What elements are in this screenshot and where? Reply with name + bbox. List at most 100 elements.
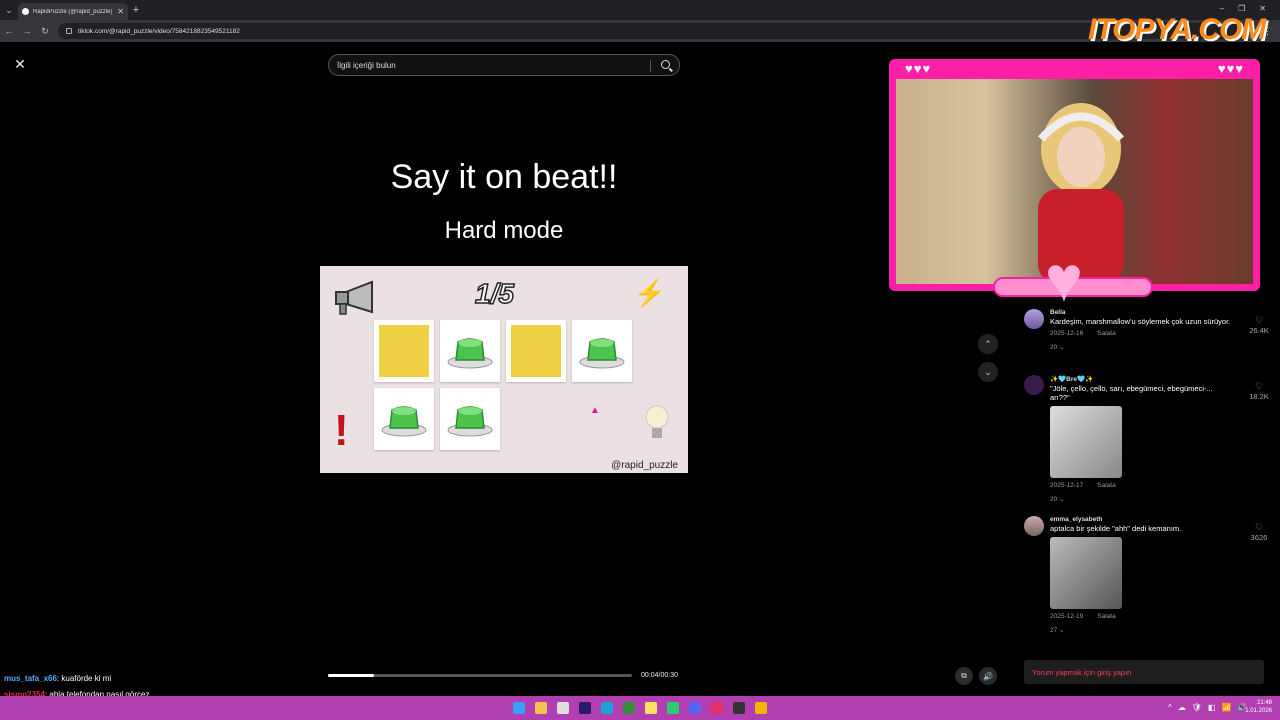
view-replies-button[interactable]: 20 ⌄ [1050, 343, 1234, 351]
comment-username[interactable]: emma_elysabeth [1050, 516, 1234, 523]
next-video-button[interactable]: ⌄ [978, 362, 998, 382]
reply-button[interactable]: Salata [1097, 613, 1115, 620]
discord-icon[interactable] [689, 702, 701, 714]
whatsapp-icon[interactable] [667, 702, 679, 714]
progress-fill [328, 674, 374, 677]
view-replies-button[interactable]: 20 ⌄ [1050, 495, 1234, 503]
new-tab-button[interactable]: + [128, 0, 144, 20]
reply-button[interactable]: Salata [1097, 482, 1115, 489]
maximize-button[interactable]: ❐ [1238, 4, 1245, 13]
comment-body: emma_elysabeth aptalca bir şekilde "ahh" … [1050, 516, 1234, 634]
comment-image[interactable] [1050, 406, 1122, 478]
notepad-icon[interactable] [557, 702, 569, 714]
heart-outline-icon: ♡ [1254, 522, 1264, 532]
comment-username[interactable]: ✨🩵Bre🩵✨ [1050, 375, 1234, 383]
chat-username: mus_tafa_x66 [4, 674, 57, 683]
site-info-icon[interactable] [66, 28, 72, 34]
search-divider [650, 60, 651, 72]
chat-text: : kuaförde ki mi [56, 674, 112, 683]
comment-image[interactable] [1050, 537, 1122, 609]
comment-meta: 2025-12-17 Salata [1050, 482, 1234, 489]
jelly-card [572, 320, 632, 382]
login-to-comment-button[interactable]: Yorum yapmak için giriş yapın [1024, 660, 1264, 684]
comment-meta: 2025-12-19 Salata [1050, 613, 1234, 620]
lightbulb-icon [645, 405, 669, 438]
megaphone-icon [335, 280, 373, 315]
app-star-icon[interactable] [645, 702, 657, 714]
close-video-button[interactable]: ✕ [10, 54, 30, 74]
tab-title: RapidPuzzle (@rapid_puzzle) | [33, 8, 114, 15]
tab-close-icon[interactable]: ✕ [117, 7, 124, 16]
search-input[interactable]: İlgili içeriği bulun [328, 54, 680, 76]
url-text: tiktok.com/@rapid_puzzle/video/758421882… [78, 27, 240, 35]
system-tray-icons[interactable]: ^☁🛡◧📶🔊 [1168, 703, 1253, 712]
yellow-square [511, 325, 561, 377]
previous-video-button[interactable]: ⌃ [978, 334, 998, 354]
like-count: 18.2K [1249, 392, 1269, 401]
tiktok-favicon-icon [22, 8, 29, 15]
avatar[interactable] [1024, 516, 1044, 536]
comment-date: 2025-12-17 [1050, 482, 1084, 489]
big-heart-icon: ♥ [1045, 243, 1083, 315]
like-button[interactable]: ♡ 3626 [1244, 522, 1274, 542]
instagram-icon[interactable] [711, 702, 723, 714]
search-icon[interactable] [661, 60, 670, 69]
reload-icon[interactable]: ↻ [36, 26, 54, 37]
creator-handle: @rapid_puzzle [611, 460, 678, 471]
window-close-button[interactable]: ✕ [1259, 4, 1266, 13]
minecraft-icon[interactable] [623, 702, 635, 714]
like-count: 3626 [1250, 533, 1268, 542]
comment-text: aptalca bir şekilde "ahh" dedi kemanım. [1050, 524, 1182, 533]
volume-icon[interactable]: 🔊 [979, 667, 997, 685]
yellow-square [379, 325, 429, 377]
comment-username[interactable]: Bella [1050, 309, 1234, 316]
jelly-card [440, 320, 500, 382]
edge-icon[interactable] [601, 702, 613, 714]
tab-tiktok[interactable]: RapidPuzzle (@rapid_puzzle) | ✕ [18, 3, 128, 20]
file-explorer-icon[interactable] [535, 702, 547, 714]
view-replies-button[interactable]: 27 ⌄ [1050, 626, 1234, 634]
mouse-cursor-icon: ▲ [590, 405, 600, 416]
avatar[interactable] [1024, 375, 1044, 395]
pip-icon[interactable]: ⧉ [955, 667, 973, 685]
heart-outline-icon: ♡ [1254, 315, 1264, 325]
obs-icon[interactable] [733, 702, 745, 714]
video-progress-bar[interactable] [328, 674, 632, 677]
jelly-icon [447, 406, 493, 437]
comment-date: 2025-12-16 [1050, 330, 1084, 337]
round-counter: 1/5 [474, 277, 514, 310]
lightning-icon: ⚡ [633, 278, 666, 308]
like-button[interactable]: ♡ 18.2K [1244, 381, 1274, 401]
jelly-icon [381, 406, 427, 437]
chat-message: mus_tafa_x66: kuaförde ki mi [4, 674, 111, 683]
jelly-icon [447, 338, 493, 369]
clock-date: 1.01.2026 [1245, 708, 1272, 714]
reply-button[interactable]: Salata [1097, 330, 1115, 337]
exclamation-icon: ! [334, 406, 349, 455]
like-count: 26.4K [1249, 326, 1269, 335]
system-clock[interactable]: 21:48 1.01.2026 [1245, 699, 1272, 715]
avatar[interactable] [1024, 309, 1044, 329]
premiere-icon[interactable] [579, 702, 591, 714]
comment-text: "Jöle, çello, çello, sarı, ebegümeci, eb… [1050, 384, 1213, 402]
search-placeholder: İlgili içeriği bulun [337, 60, 396, 70]
forward-icon[interactable]: → [18, 26, 36, 36]
video-title: Say it on beat!! [390, 158, 618, 196]
yellow-card [374, 320, 434, 382]
chrome-icon[interactable] [755, 702, 767, 714]
url-field[interactable]: tiktok.com/@rapid_puzzle/video/758421882… [58, 23, 1248, 39]
windows-start-icon[interactable] [513, 702, 525, 714]
video-time: 00:04/00:30 [641, 672, 678, 679]
jelly-card [374, 388, 434, 450]
jelly-icon [579, 338, 625, 369]
overlay-logo: ITOPYA.COM [1088, 13, 1266, 46]
like-button[interactable]: ♡ 26.4K [1244, 315, 1274, 335]
video-subtitle: Hard mode [444, 217, 564, 244]
comment-text: Kardeşim, marshmallow'u söylemek çok uzu… [1050, 317, 1231, 326]
comment-body: Bella Kardeşim, marshmallow'u söylemek ço… [1050, 309, 1234, 351]
window-controls: – ❐ ✕ [1220, 4, 1266, 13]
minimize-button[interactable]: – [1220, 4, 1224, 13]
tab-list-icon[interactable]: ⌄ [0, 0, 18, 20]
back-icon[interactable]: ← [0, 26, 18, 36]
taskbar [0, 696, 1280, 720]
